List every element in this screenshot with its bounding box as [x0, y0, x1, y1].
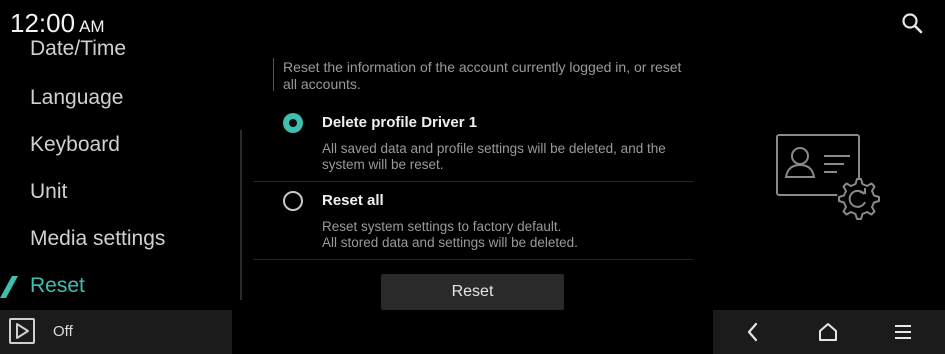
- navigation-bar: [713, 310, 945, 354]
- menu-scrollbar[interactable]: [240, 130, 242, 300]
- search-icon[interactable]: [900, 11, 924, 35]
- option-title: Delete profile Driver 1: [322, 114, 478, 131]
- menu-item-media-settings[interactable]: Media settings: [30, 227, 165, 251]
- info-text: Reset the information of the account cur…: [283, 59, 682, 92]
- divider: [253, 259, 693, 260]
- option-description: All saved data and profile settings will…: [322, 141, 666, 172]
- menu-item-date-time[interactable]: Date/Time: [30, 37, 126, 61]
- radio-unselected-icon[interactable]: [283, 191, 303, 211]
- menu-icon[interactable]: [890, 320, 916, 344]
- home-icon[interactable]: [815, 320, 841, 344]
- option-title: Reset all: [322, 192, 384, 209]
- reset-button[interactable]: Reset: [381, 274, 564, 310]
- info-accent-line: [273, 58, 274, 91]
- menu-item-reset[interactable]: Reset: [30, 274, 85, 298]
- play-icon[interactable]: [9, 318, 35, 344]
- option-delete-profile[interactable]: Delete profile Driver 1 All saved data a…: [253, 110, 693, 182]
- option-reset-all[interactable]: Reset all Reset system settings to facto…: [253, 188, 693, 260]
- divider: [253, 181, 693, 182]
- option-description-line1: Reset system settings to factory default…: [322, 219, 562, 234]
- radio-selected-icon[interactable]: [283, 113, 303, 133]
- menu-item-unit[interactable]: Unit: [30, 180, 67, 204]
- active-indicator-icon: [0, 276, 18, 298]
- media-bar: Off: [0, 310, 232, 354]
- back-icon[interactable]: [740, 320, 766, 344]
- option-description-line2: All stored data and settings will be del…: [322, 235, 578, 250]
- media-status: Off: [53, 323, 73, 340]
- menu-item-keyboard[interactable]: Keyboard: [30, 133, 120, 157]
- profile-reset-icon: [772, 132, 882, 224]
- menu-item-language[interactable]: Language: [30, 86, 123, 110]
- settings-menu: Date/Time Language Keyboard Unit Media s…: [0, 34, 242, 304]
